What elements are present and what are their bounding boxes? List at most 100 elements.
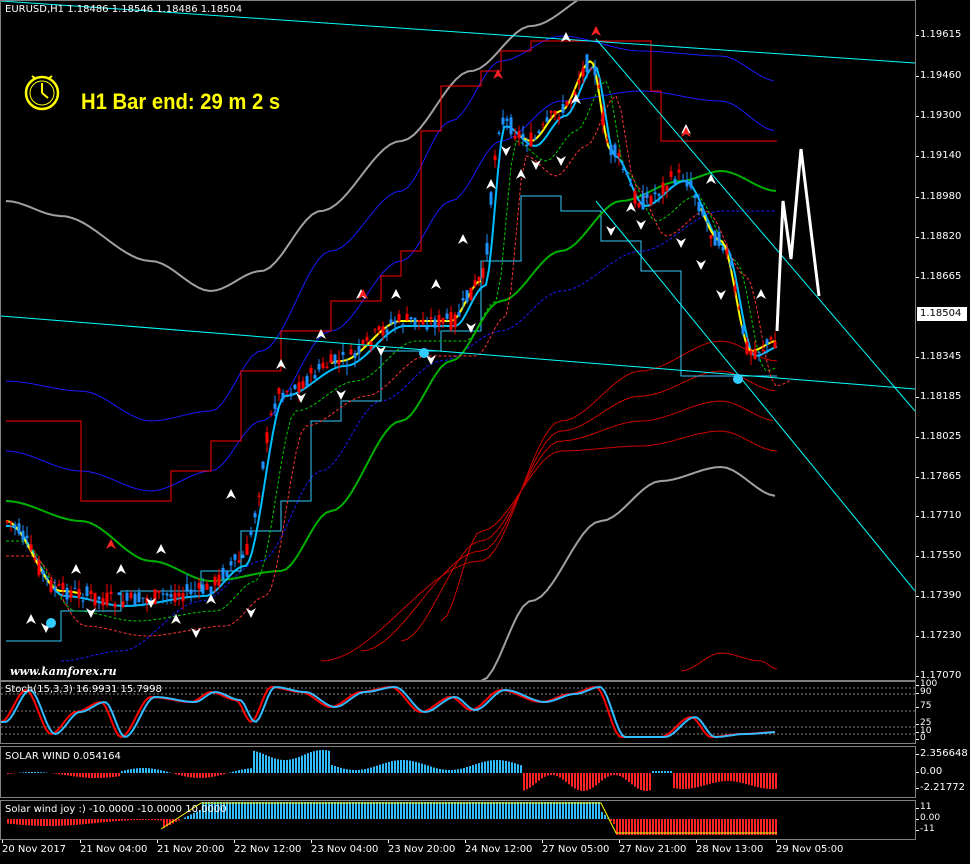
candle-body xyxy=(485,242,489,255)
candle-body xyxy=(89,590,93,595)
candle-body xyxy=(521,133,525,139)
candle-body xyxy=(525,144,529,147)
candle-body xyxy=(473,280,477,287)
solar-wind-joy-bar xyxy=(376,802,378,819)
solar-wind-bar xyxy=(712,773,714,784)
candle-body xyxy=(241,554,245,559)
solar-wind-bar xyxy=(370,767,372,773)
candle-body xyxy=(49,580,53,592)
solar-wind-bar xyxy=(298,756,300,773)
solar-wind-bar xyxy=(31,772,33,773)
solar-wind-bar xyxy=(505,760,507,773)
candle-body xyxy=(469,287,473,301)
stochastic-label: Stoch(15,3,3) 16.9931 15.7998 xyxy=(5,684,162,695)
sw-tick: -2.21772 xyxy=(916,782,965,793)
candle-body xyxy=(429,317,433,319)
solar-wind-joy-bar xyxy=(289,802,291,819)
solar-wind-joy-bar xyxy=(349,802,351,819)
candle-body xyxy=(581,67,585,77)
solar-wind-bar xyxy=(202,773,204,778)
solar-wind-joy-bar xyxy=(406,802,408,819)
candle-body xyxy=(141,597,145,599)
solar-wind-bar xyxy=(40,772,42,773)
solar-wind-bar xyxy=(112,773,114,778)
solar-wind-joy-bar xyxy=(115,819,117,822)
solar-wind-bar xyxy=(403,760,405,773)
solar-wind-joy-bar xyxy=(457,802,459,819)
candle-body xyxy=(425,326,429,330)
candle-body xyxy=(517,131,521,138)
solar-wind-joy-bar xyxy=(112,819,114,822)
bollinger-upper-band xyxy=(5,1,579,293)
solar-wind-joy-bar xyxy=(541,802,543,819)
solar-wind-joy-bar xyxy=(34,819,36,826)
solar-wind-bar xyxy=(664,771,666,773)
candle-body xyxy=(421,319,425,325)
candle-body xyxy=(741,325,745,334)
price-tick: 1.18345 xyxy=(915,351,962,362)
solar-wind-joy-bar xyxy=(589,802,591,819)
solar-wind-bar xyxy=(418,762,420,773)
solar-wind-bar xyxy=(460,768,462,773)
solar-wind-bar xyxy=(280,759,282,773)
candle-body xyxy=(277,388,281,394)
down-arrow-marker xyxy=(501,146,511,156)
solar-wind-joy-bar xyxy=(58,819,60,826)
solar-wind-joy-bar xyxy=(157,819,159,821)
solar-wind-bar xyxy=(55,773,57,774)
solar-wind-joy-bar xyxy=(97,819,99,823)
solar-wind-bar xyxy=(70,773,72,776)
solar-wind-bar xyxy=(772,773,774,789)
candle-body xyxy=(565,101,569,106)
solar-wind-bar xyxy=(571,773,573,787)
candle-body xyxy=(541,124,545,126)
solar-wind-bar xyxy=(739,773,741,783)
solar-wind-joy-bar xyxy=(127,819,129,821)
stochastic-axis: 100 90 75 25 10 0 xyxy=(915,679,970,744)
candle-body xyxy=(405,313,409,321)
solar-wind-joy-bar xyxy=(415,802,417,819)
up-arrow-marker xyxy=(516,169,526,179)
solar-wind-joy-bar xyxy=(238,802,240,819)
solar-wind-bar xyxy=(610,773,612,776)
candle-body xyxy=(301,380,305,389)
solar-wind-joy-bar xyxy=(496,802,498,819)
solar-wind-bar xyxy=(655,771,657,773)
solar-wind-bar xyxy=(367,768,369,773)
projection-zigzag xyxy=(777,148,821,297)
solar-wind-bar xyxy=(37,772,39,773)
solar-wind-bar xyxy=(691,773,693,789)
solar-wind-joy-bar xyxy=(67,819,69,826)
solar-wind-joy-bar xyxy=(421,802,423,819)
up-arrow-marker xyxy=(431,279,441,289)
candle-body xyxy=(201,584,205,594)
solar-wind-bar xyxy=(589,773,591,790)
price-tick: 1.18025 xyxy=(915,431,962,442)
main-chart-pane[interactable]: EURUSD,H1 1.18486 1.18546 1.18486 1.1850… xyxy=(0,0,916,681)
price-tick: 1.17550 xyxy=(915,550,962,561)
solar-wind-bar xyxy=(658,771,660,773)
solar-wind-pane[interactable]: SOLAR WIND 0.054164 xyxy=(0,746,916,798)
red-band-curve xyxy=(360,370,776,652)
solar-wind-bar xyxy=(676,773,678,789)
solar-wind-bar xyxy=(295,757,297,773)
solar-wind-joy-bar xyxy=(418,802,420,819)
solar-wind-bar xyxy=(196,773,198,778)
solar-wind-bar xyxy=(529,773,531,788)
candle-body xyxy=(73,587,77,589)
candle-body xyxy=(529,132,533,147)
solar-wind-joy-bar xyxy=(79,819,81,825)
solar-wind-bar xyxy=(706,773,708,785)
red-band-curve xyxy=(440,430,778,622)
solar-wind-bar xyxy=(157,769,159,773)
solar-wind-joy-bar xyxy=(352,802,354,819)
solar-wind-bar xyxy=(406,760,408,773)
solar-wind-bar xyxy=(526,773,528,790)
solar-wind-bar xyxy=(697,773,699,788)
candle-body xyxy=(533,138,537,140)
time-tick: 27 Nov 05:00 xyxy=(542,840,610,855)
solar-wind-joy-pane[interactable]: Solar wind joy :) -10.0000 -10.0000 10.0… xyxy=(0,800,916,840)
solar-wind-bar xyxy=(709,773,711,784)
stochastic-pane[interactable]: Stoch(15,3,3) 16.9931 15.7998 xyxy=(0,681,916,744)
red-band-curve xyxy=(320,340,778,662)
